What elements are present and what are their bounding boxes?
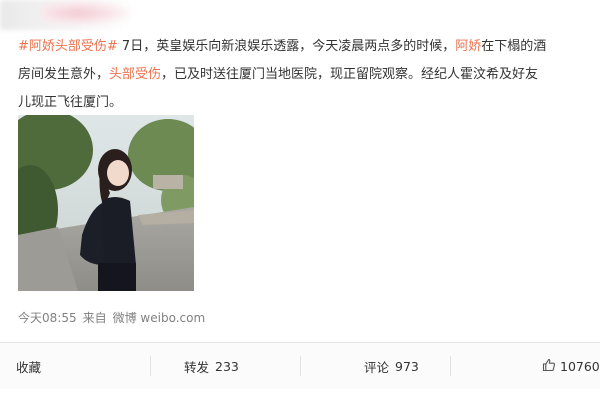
action-separator xyxy=(300,356,301,376)
comment-count: 973 xyxy=(395,358,419,374)
favorite-button[interactable]: 收藏 xyxy=(16,343,41,389)
action-bar: 收藏 转发 233 评论 973 10760 xyxy=(0,343,600,389)
blurred-avatar xyxy=(42,0,132,26)
source-prefix: 来自 xyxy=(82,311,107,325)
comment-label: 评论 xyxy=(364,359,390,375)
post-time[interactable]: 今天08:55 xyxy=(18,311,77,325)
action-separator xyxy=(150,356,151,376)
post-line-2: 房间发生意外，头部受伤，已及时送往厦门当地医院，现正留院观察。经纪人霍汶希及好友 xyxy=(18,61,600,89)
topic-tag[interactable]: #阿娇头部受伤# xyxy=(18,39,118,54)
post-line-3: 儿现正飞往厦门。 xyxy=(18,89,600,117)
post-photo[interactable] xyxy=(18,115,194,291)
post-text: #阿娇头部受伤# 7日，英皇娱乐向新浪娱乐透露，今天凌晨两点多的时候，阿娇在下榻… xyxy=(18,33,600,117)
comment-button[interactable]: 评论 973 xyxy=(364,343,419,389)
post-text-segment: ，已及时送往厦门当地医院，现正留院观察。经纪人霍汶希及好友 xyxy=(161,67,539,82)
post-text-segment: 7日，英皇娱乐向新浪娱乐透露，今天凌晨两点多的时候， xyxy=(117,39,456,54)
repost-button[interactable]: 转发 233 xyxy=(184,343,239,389)
post-text-segment: 在下榻的酒 xyxy=(481,39,547,54)
post-source[interactable]: 微博 weibo.com xyxy=(113,311,206,325)
keyword-link[interactable]: 头部受伤 xyxy=(109,67,161,82)
action-separator xyxy=(450,356,451,376)
post-text-segment: 儿现正飞往厦门。 xyxy=(18,95,123,110)
post-line-1: #阿娇头部受伤# 7日，英皇娱乐向新浪娱乐透露，今天凌晨两点多的时候，阿娇在下榻… xyxy=(18,33,600,61)
like-button[interactable]: 10760 xyxy=(542,343,600,389)
post-meta: 今天08:55 来自 微博 weibo.com xyxy=(18,309,211,326)
thumbs-up-icon xyxy=(542,358,556,375)
post-text-segment: 房间发生意外， xyxy=(18,67,110,82)
photo-illustration xyxy=(18,115,194,291)
like-count: 10760 xyxy=(560,358,600,374)
favorite-label: 收藏 xyxy=(16,359,42,375)
repost-label: 转发 xyxy=(184,359,210,375)
mention-link[interactable]: 阿娇 xyxy=(455,39,481,54)
repost-count: 233 xyxy=(215,358,239,374)
